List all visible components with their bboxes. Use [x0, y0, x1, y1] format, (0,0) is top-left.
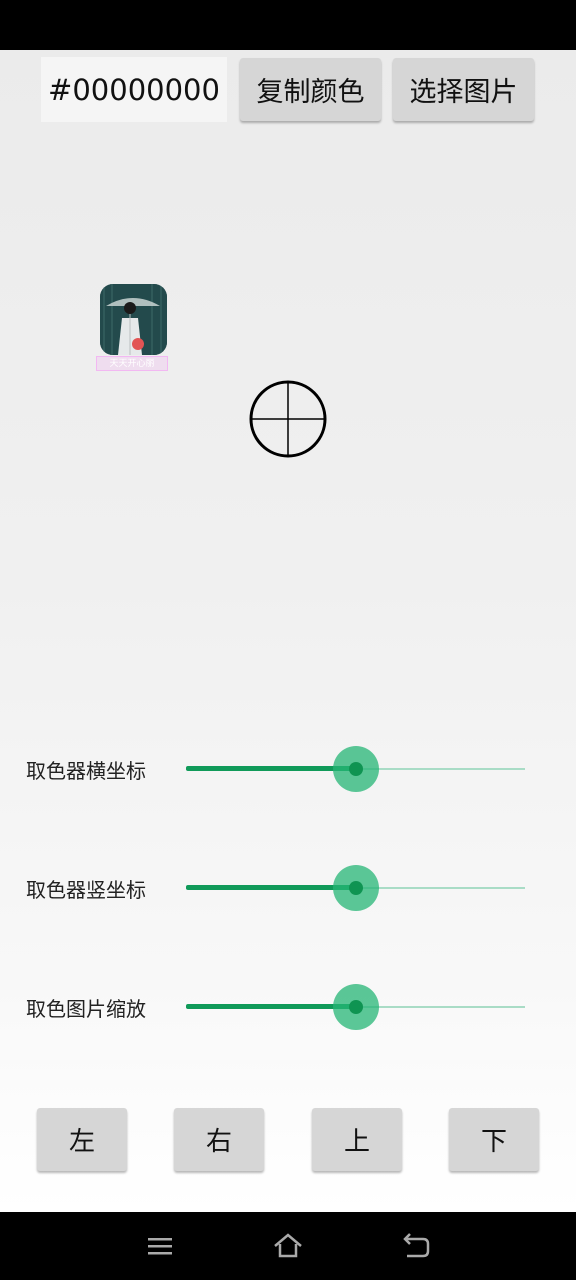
crosshair-icon[interactable]	[249, 380, 327, 458]
slider-thumb-dot-x	[348, 762, 363, 776]
slider-row-x: 取色器横坐标	[0, 744, 576, 794]
slider-label-y: 取色器竖坐标	[26, 878, 146, 902]
thumbnail-illustration	[100, 284, 167, 355]
app-content: #00000000 复制颜色 选择图片 天天开心丽 取色器横坐标 取色器竖坐标	[0, 50, 576, 1212]
move-right-button[interactable]: 右	[174, 1108, 264, 1171]
select-image-button[interactable]: 选择图片	[393, 58, 534, 121]
navigation-bar	[0, 1212, 576, 1280]
image-thumbnail[interactable]	[100, 284, 167, 355]
home-icon[interactable]	[273, 1232, 303, 1260]
slider-fill-x	[186, 766, 356, 771]
thumbnail-caption: 天天开心丽	[96, 356, 168, 371]
move-up-button[interactable]: 上	[312, 1108, 402, 1171]
move-left-button[interactable]: 左	[37, 1108, 127, 1171]
slider-label-zoom: 取色图片缩放	[26, 997, 146, 1021]
slider-fill-y	[186, 885, 356, 890]
color-value-field[interactable]: #00000000	[41, 57, 227, 122]
slider-thumb-dot-y	[348, 881, 363, 895]
status-bar	[0, 0, 576, 50]
menu-icon[interactable]	[145, 1232, 175, 1260]
slider-row-y: 取色器竖坐标	[0, 863, 576, 913]
back-icon[interactable]	[401, 1232, 431, 1260]
copy-color-button[interactable]: 复制颜色	[240, 58, 381, 121]
move-down-button[interactable]: 下	[449, 1108, 539, 1171]
slider-thumb-dot-zoom	[348, 1000, 363, 1014]
slider-label-x: 取色器横坐标	[26, 759, 146, 783]
slider-fill-zoom	[186, 1004, 356, 1009]
slider-row-zoom: 取色图片缩放	[0, 982, 576, 1032]
